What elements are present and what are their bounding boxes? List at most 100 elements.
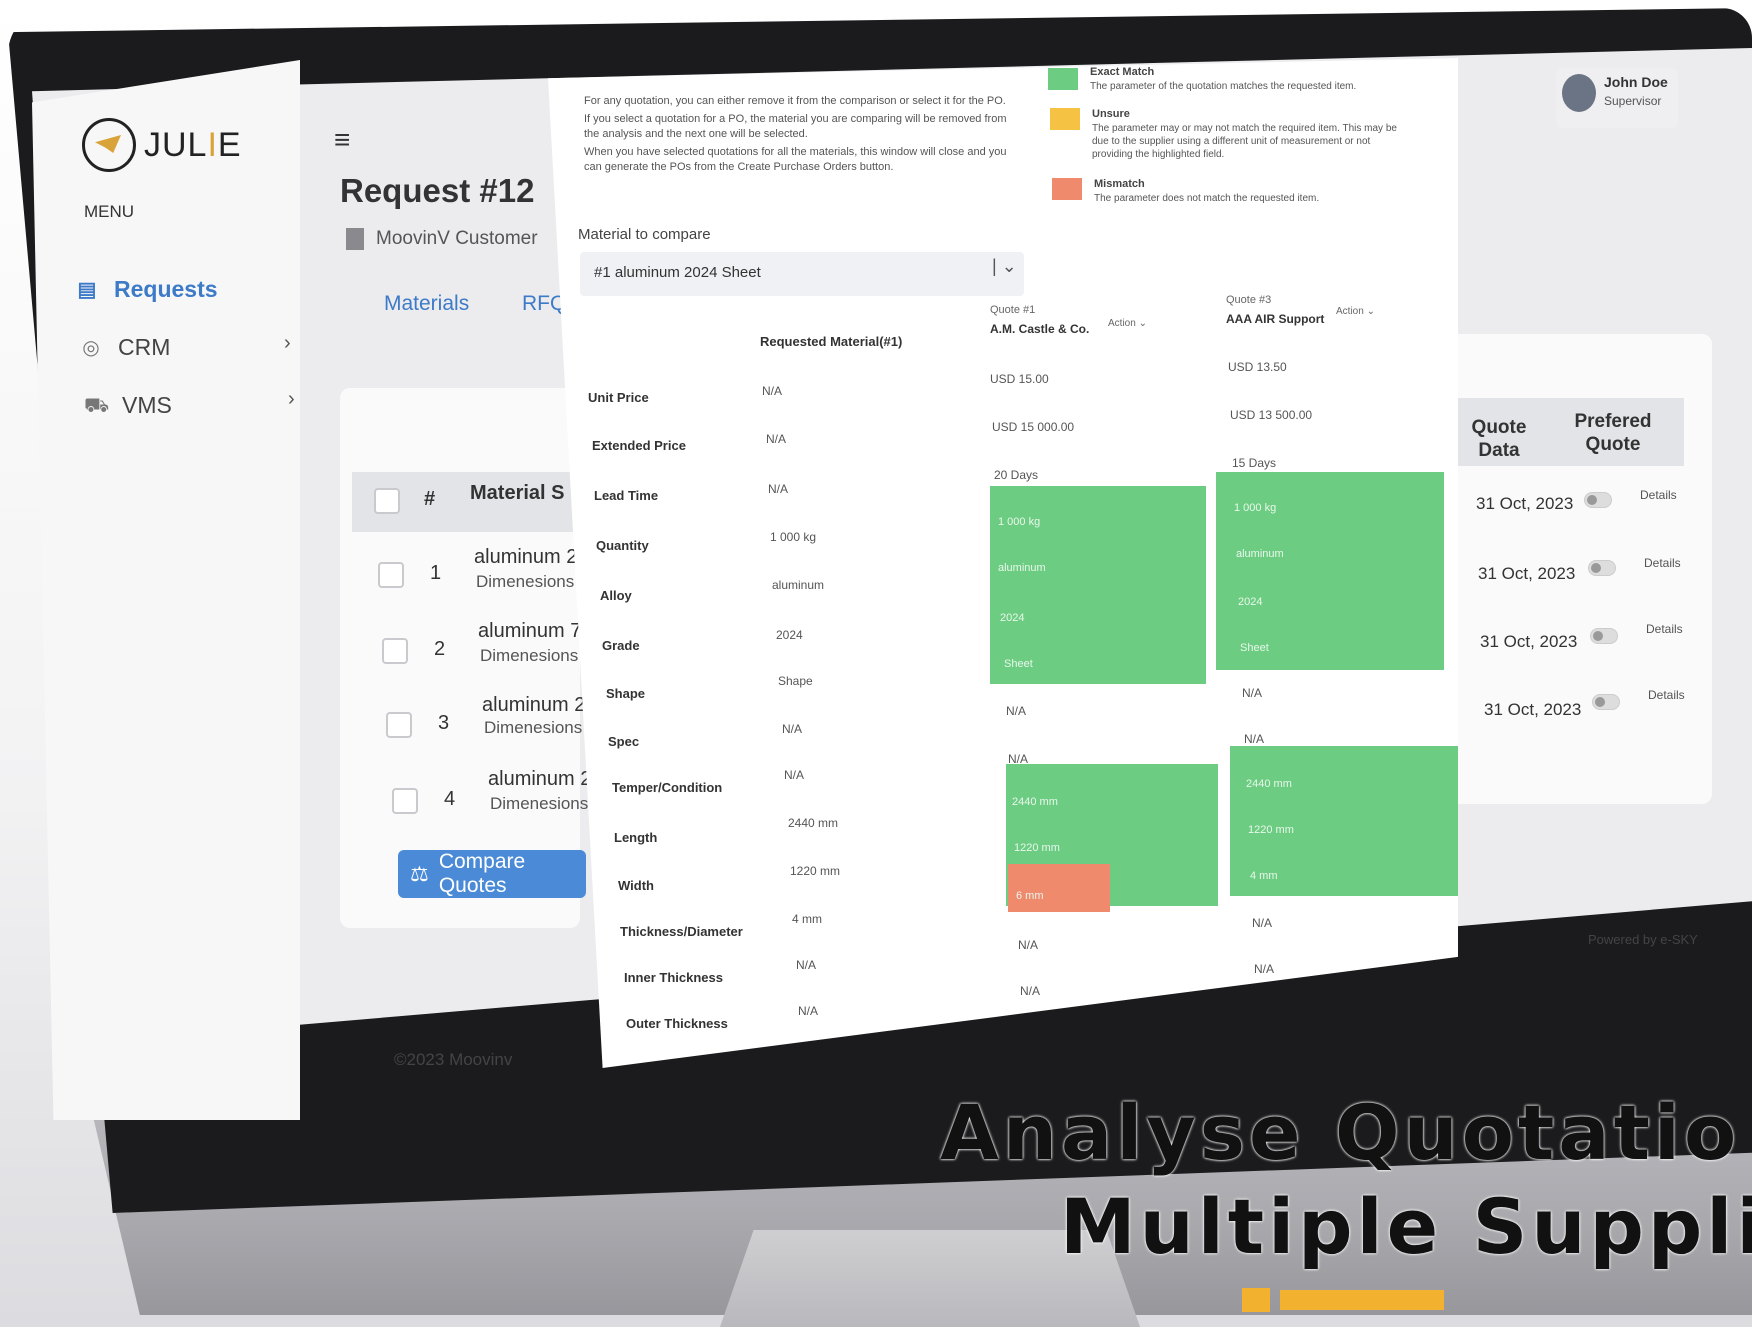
app-logo[interactable]: JULIE	[82, 118, 242, 172]
requested-value: Shape	[778, 674, 813, 688]
caption-line-2: Multiple Suppli	[1060, 1182, 1752, 1271]
requested-header: Requested Material(#1)	[760, 334, 903, 349]
row-number: 4	[444, 788, 456, 810]
requested-value: 2440 mm	[788, 816, 839, 830]
hamburger-menu-icon[interactable]: ≡	[334, 124, 350, 156]
row-checkbox[interactable]	[392, 788, 418, 814]
row-subtitle: Dimenesions	[480, 646, 579, 665]
row-checkbox[interactable]	[382, 638, 408, 664]
sidebar-item-crm[interactable]: ◎ CRM	[80, 334, 170, 361]
details-link[interactable]: Details	[1648, 688, 1685, 702]
header-prefered-quote: Prefered Quote	[1574, 411, 1652, 455]
quote1-value: USD 15.00	[990, 372, 1049, 386]
legend-title-mismatch: Mismatch	[1094, 178, 1145, 190]
caption-accent-square	[1242, 1288, 1270, 1312]
requested-value: aluminum	[772, 578, 825, 592]
row-label: Temper/Condition	[612, 780, 723, 795]
chevron-right-icon[interactable]: ›	[288, 388, 295, 411]
row-subtitle: Dimenesions	[484, 718, 583, 737]
requested-value: N/A	[766, 432, 787, 446]
sidebar-item-vms[interactable]: ⛟ VMS	[84, 392, 172, 419]
quote1-value: 20 Days	[994, 468, 1039, 482]
quote1-value: aluminum	[998, 562, 1046, 574]
chevron-down-icon[interactable]: | ⌄	[992, 256, 1017, 277]
modal-instructions: For any quotation, you can either remove…	[584, 94, 1024, 178]
row-title: aluminum 2	[488, 768, 592, 790]
quote3-value: 15 Days	[1232, 456, 1277, 470]
row-title: aluminum 2	[482, 694, 586, 716]
page-title: Request #12	[340, 172, 535, 209]
row-label: Spec	[608, 734, 640, 749]
row-label: Length	[614, 830, 658, 845]
menu-label: MENU	[84, 202, 135, 221]
scales-icon: ⚖	[410, 862, 429, 886]
quote1-value: N/A	[1018, 938, 1039, 952]
customer-label: MoovinV Customer	[376, 228, 538, 249]
instruction-item: If you select a quotation for a PO, the …	[584, 113, 1007, 140]
quote1-value: 6 mm	[1016, 890, 1044, 902]
row-label: Extended Price	[592, 438, 686, 453]
quote-action-dropdown[interactable]: Action ⌄	[1336, 306, 1375, 317]
requested-value: N/A	[768, 482, 789, 496]
tab-materials[interactable]: Materials	[384, 292, 469, 316]
requested-value: 2024	[776, 628, 803, 642]
material-select-label: Material to compare	[578, 226, 711, 243]
caption-accent-bar	[1280, 1290, 1444, 1310]
supplier-name: AAA AIR Support	[1226, 312, 1325, 326]
row-number: 3	[438, 712, 450, 734]
quote3-value: 1220 mm	[1248, 824, 1294, 836]
legend-title-exact: Exact Match	[1090, 66, 1155, 78]
quote1-value: Sheet	[1004, 658, 1033, 670]
row-title: aluminum 2	[474, 546, 578, 568]
quote-label: Quote #1	[990, 304, 1036, 316]
caption-line-1: Analyse Quotatio	[940, 1088, 1741, 1177]
quote3-value: N/A	[1254, 962, 1275, 976]
quote1-value: N/A	[1020, 984, 1041, 998]
tab-rfq[interactable]: RFQ	[522, 292, 566, 316]
quote-action-dropdown[interactable]: Action ⌄	[1108, 318, 1147, 329]
sidebar-item-label: VMS	[122, 392, 172, 418]
instruction-item: For any quotation, you can either remove…	[584, 95, 1006, 107]
quote1-value: 1220 mm	[1014, 842, 1060, 854]
row-subtitle: Dimenesions	[476, 572, 575, 591]
chevron-right-icon[interactable]: ›	[284, 332, 291, 355]
prefered-toggle[interactable]	[1588, 560, 1616, 576]
header-number: #	[424, 488, 436, 510]
requested-value: 1 000 kg	[770, 530, 817, 544]
row-label: Unit Price	[588, 390, 649, 405]
hummingbird-logo-icon	[82, 118, 136, 172]
select-all-checkbox[interactable]	[374, 488, 400, 514]
details-link[interactable]: Details	[1646, 622, 1683, 636]
quote3-value: N/A	[1244, 732, 1265, 746]
details-link[interactable]: Details	[1644, 556, 1681, 570]
requested-value: N/A	[782, 722, 803, 736]
legend-swatch-exact	[1048, 68, 1078, 90]
user-name: John Doe	[1604, 74, 1668, 90]
quote-date: 31 Oct, 2023	[1480, 632, 1578, 651]
quote1-value: N/A	[1006, 704, 1027, 718]
header-material: Material S	[470, 482, 565, 504]
header-quote-data: Quote Data	[1471, 417, 1527, 461]
row-label: Inner Thickness	[624, 970, 723, 985]
row-label: Lead Time	[594, 488, 659, 503]
prefered-toggle[interactable]	[1584, 492, 1612, 508]
building-icon	[346, 228, 364, 250]
quote-label: Quote #3	[1226, 294, 1272, 306]
row-checkbox[interactable]	[386, 712, 412, 738]
legend-swatch-unsure	[1050, 108, 1080, 130]
compare-quotes-button[interactable]: ⚖ Compare Quotes	[398, 850, 586, 898]
legend-desc-unsure: The parameter may or may not match the r…	[1092, 123, 1397, 160]
sidebar-item-requests[interactable]: ▤ Requests	[76, 276, 218, 303]
quote1-value: 2024	[1000, 612, 1025, 624]
mismatch-highlight-thickness	[1008, 864, 1110, 912]
requested-value: 4 mm	[792, 912, 822, 926]
prefered-toggle[interactable]	[1592, 694, 1620, 710]
supplier-name: A.M. Castle & Co.	[990, 322, 1090, 336]
row-label: Width	[618, 878, 654, 893]
details-link[interactable]: Details	[1640, 488, 1677, 502]
quote3-value: 2024	[1238, 596, 1263, 608]
row-checkbox[interactable]	[378, 562, 404, 588]
quote1-value: 2440 mm	[1012, 796, 1058, 808]
quote-date: 31 Oct, 2023	[1484, 700, 1582, 719]
prefered-toggle[interactable]	[1590, 628, 1618, 644]
